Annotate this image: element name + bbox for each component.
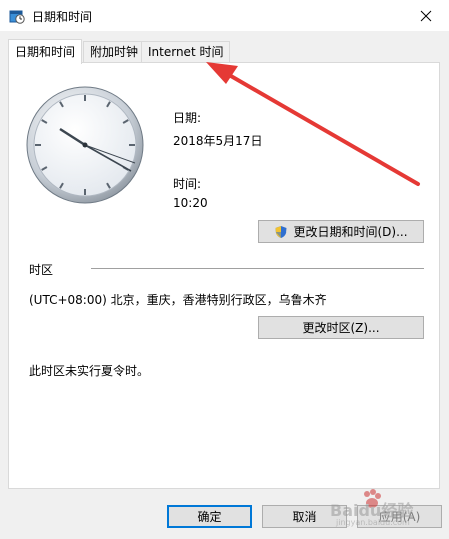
dst-note: 此时区未实行夏令时。 <box>29 364 150 378</box>
timezone-section-label: 时区 <box>29 263 54 277</box>
time-value: 10:20 <box>173 196 208 210</box>
tab-panel: 日期: 2018年5月17日 时间: 10:20 更改日期和时间(D)... 时… <box>8 62 440 489</box>
date-value: 2018年5月17日 <box>173 134 263 148</box>
ok-button[interactable]: 确定 <box>167 505 252 528</box>
analog-clock <box>26 86 144 204</box>
timezone-separator <box>91 268 424 269</box>
baidu-watermark: Baidu经验 jingyan.baidu.com <box>330 485 445 530</box>
tab-additional-clocks[interactable]: 附加时钟 <box>83 41 146 63</box>
tab-date-time[interactable]: 日期和时间 <box>8 39 83 64</box>
timezone-value: (UTC+08:00) 北京，重庆，香港特别行政区，乌鲁木齐 <box>29 293 327 307</box>
change-timezone-button[interactable]: 更改时区(Z)... <box>258 316 424 339</box>
time-label: 时间: <box>173 177 202 191</box>
window-title: 日期和时间 <box>32 10 93 24</box>
tab-internet-time[interactable]: Internet 时间 <box>141 41 231 63</box>
close-button[interactable] <box>403 0 449 31</box>
close-icon <box>420 10 432 21</box>
change-date-time-label: 更改日期和时间(D)... <box>293 225 408 239</box>
datetime-app-icon <box>9 10 25 24</box>
title-bar: 日期和时间 <box>0 0 449 31</box>
date-label: 日期: <box>173 111 202 125</box>
watermark-subtext: jingyan.baidu.com <box>336 518 410 527</box>
change-date-time-button[interactable]: 更改日期和时间(D)... <box>258 220 424 243</box>
uac-shield-icon <box>275 225 287 238</box>
